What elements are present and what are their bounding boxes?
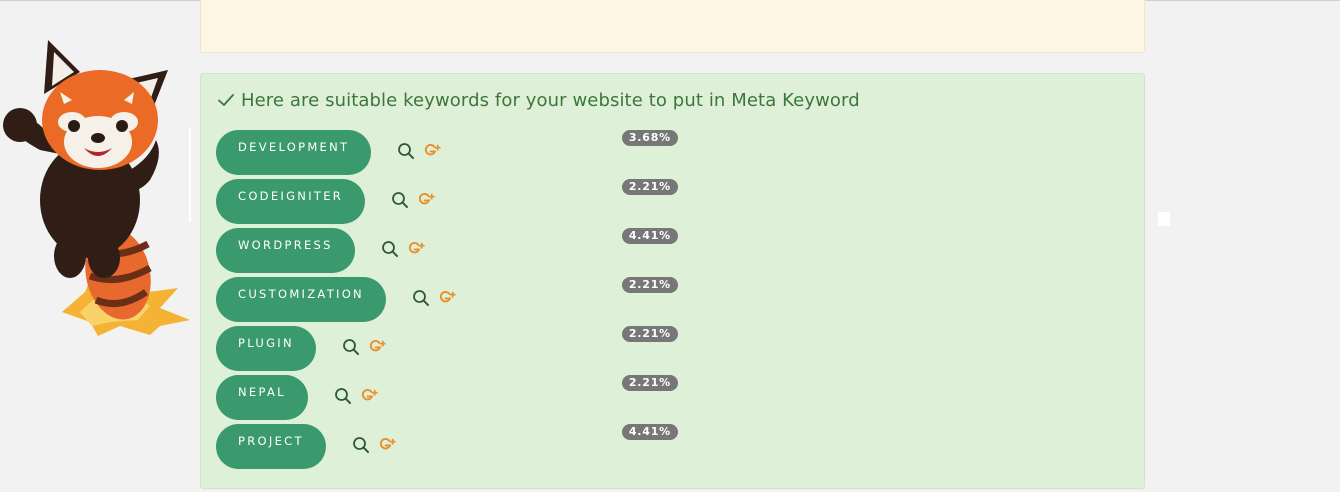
keyword-density-badge: 2.21% bbox=[621, 326, 678, 342]
search-icon[interactable] bbox=[397, 142, 415, 160]
keyword-results-panel: Here are suitable keywords for your webs… bbox=[200, 73, 1145, 489]
keyword-pill[interactable]: CUSTOMIZATION bbox=[216, 277, 386, 322]
keyword-density-badge: 3.68% bbox=[621, 130, 678, 146]
results-heading: Here are suitable keywords for your webs… bbox=[217, 88, 860, 112]
keyword-density-badge: 4.41% bbox=[621, 228, 678, 244]
google-plus-icon[interactable] bbox=[378, 435, 397, 454]
google-plus-icon[interactable] bbox=[407, 239, 426, 258]
keyword-pill[interactable]: WORDPRESS bbox=[216, 228, 355, 273]
search-icon[interactable] bbox=[381, 240, 399, 258]
search-icon[interactable] bbox=[342, 338, 360, 356]
scroll-marker bbox=[1158, 212, 1170, 226]
keyword-density-badge: 2.21% bbox=[621, 375, 678, 391]
check-icon bbox=[218, 94, 234, 106]
google-plus-icon[interactable] bbox=[438, 288, 457, 307]
search-icon[interactable] bbox=[391, 191, 409, 209]
google-plus-icon[interactable] bbox=[417, 190, 436, 209]
search-icon[interactable] bbox=[334, 387, 352, 405]
keyword-pill[interactable]: DEVELOPMENT bbox=[216, 130, 372, 175]
keyword-row: CUSTOMIZATION 2.21% bbox=[216, 277, 1116, 323]
keyword-row: DEVELOPMENT 3.68% bbox=[216, 130, 1116, 176]
search-icon[interactable] bbox=[412, 289, 430, 307]
red-panda-mascot bbox=[3, 40, 190, 336]
keyword-density-badge: 4.41% bbox=[621, 424, 678, 440]
keyword-pill[interactable]: PROJECT bbox=[216, 424, 326, 469]
keyword-row: WORDPRESS 4.41% bbox=[216, 228, 1116, 274]
keyword-pill[interactable]: NEPAL bbox=[216, 375, 308, 420]
search-icon[interactable] bbox=[352, 436, 370, 454]
keyword-row: CODEIGNITER 2.21% bbox=[216, 179, 1116, 225]
keyword-row: PROJECT 4.41% bbox=[216, 424, 1116, 470]
google-plus-icon[interactable] bbox=[360, 386, 379, 405]
mascot-divider bbox=[189, 128, 191, 222]
google-plus-icon[interactable] bbox=[368, 337, 387, 356]
notice-panel bbox=[200, 0, 1145, 53]
google-plus-icon[interactable] bbox=[423, 141, 442, 160]
keyword-pill[interactable]: PLUGIN bbox=[216, 326, 316, 371]
keyword-pill[interactable]: CODEIGNITER bbox=[216, 179, 366, 224]
keyword-row: NEPAL 2.21% bbox=[216, 375, 1116, 421]
keyword-density-badge: 2.21% bbox=[621, 277, 678, 293]
results-heading-text: Here are suitable keywords for your webs… bbox=[241, 89, 860, 111]
keyword-density-badge: 2.21% bbox=[621, 179, 678, 195]
keyword-row: PLUGIN 2.21% bbox=[216, 326, 1116, 372]
